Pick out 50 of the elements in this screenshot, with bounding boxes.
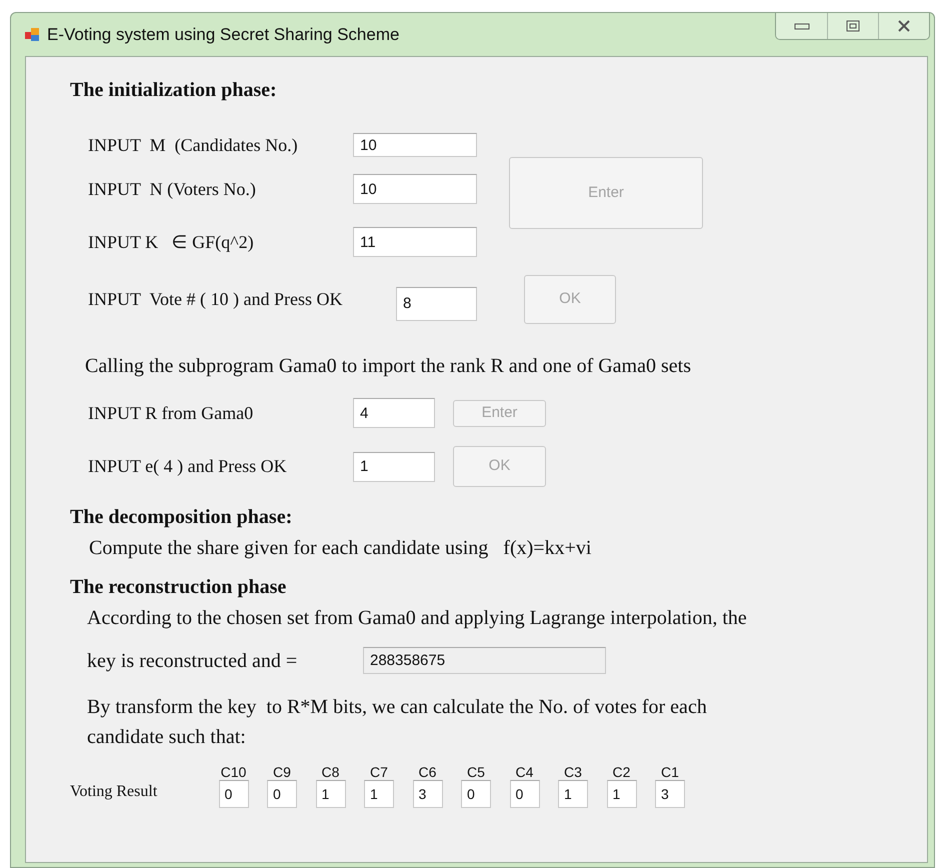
candidate-label: C3 <box>564 764 582 780</box>
text-field[interactable]: 0 <box>267 780 297 808</box>
description-text: According to the chosen set from Gama0 and applying Lagrange interpolation, the <box>87 607 748 629</box>
field-label: INPUT K ∈ GF(q^2) <box>88 230 255 254</box>
text-field[interactable]: 3 <box>412 780 442 808</box>
candidate-label: C10 <box>220 764 246 780</box>
instruction-text: Calling the subprogram Gama0 to import the rank R and one of Gama0 sets <box>85 355 692 377</box>
section-heading: The decomposition phase: <box>70 506 294 528</box>
text-field[interactable]: 10 <box>353 174 477 204</box>
candidate-label: C7 <box>370 764 388 780</box>
candidate-label: C8 <box>322 764 340 780</box>
close-button[interactable] <box>878 13 929 39</box>
text-field[interactable]: 8 <box>396 286 477 320</box>
text-field[interactable]: 0 <box>218 780 248 808</box>
candidate-label: C5 <box>467 764 485 780</box>
field-label: INPUT R from Gama0 <box>88 402 254 424</box>
field-label: INPUT N (Voters No.) <box>88 178 257 201</box>
section-heading: The reconstruction phase <box>70 576 288 598</box>
text-field[interactable]: 1 <box>558 780 588 808</box>
window-title: E-Voting system using Secret Sharing Scheme <box>47 24 400 46</box>
description-text: Compute the share given for each candidate using f(x)=kx+vi <box>89 537 592 559</box>
text-field[interactable]: 0 <box>510 780 540 808</box>
text-field[interactable]: 4 <box>353 398 435 428</box>
text-field[interactable]: 3 <box>655 780 685 808</box>
candidate-label: C2 <box>612 764 630 780</box>
candidate-label: C4 <box>516 764 534 780</box>
section-heading: The initialization phase: <box>70 79 278 101</box>
text-field[interactable]: 1 <box>353 452 435 482</box>
text-field[interactable]: 10 <box>353 133 477 157</box>
text-field[interactable]: 0 <box>461 780 491 808</box>
minimize-icon <box>794 21 810 31</box>
field-label: key is reconstructed and = <box>87 650 298 672</box>
description-text: By transform the key to R*M bits, we can calculate the No. of votes for each candidate such that: <box>87 695 708 750</box>
text-field[interactable]: 288358675 <box>363 647 606 674</box>
candidate-label: C9 <box>273 764 291 780</box>
field-label: INPUT e( 4 ) and Press OK <box>88 455 288 478</box>
candidate-label: C1 <box>661 764 679 780</box>
candidate-label: C6 <box>418 764 436 780</box>
result-label: Voting Result <box>70 782 158 802</box>
field-label: INPUT Vote # ( 10 ) and Press OK <box>88 288 344 311</box>
app-icon <box>25 28 39 41</box>
close-icon <box>897 20 911 32</box>
maximize-button[interactable] <box>827 13 878 39</box>
text-field[interactable]: 1 <box>316 780 346 808</box>
field-label: INPUT M (Candidates No.) <box>88 134 299 157</box>
text-field[interactable]: 11 <box>353 227 477 257</box>
minimize-button[interactable] <box>776 13 827 39</box>
maximize-icon <box>846 20 860 32</box>
text-field[interactable]: 1 <box>606 780 636 808</box>
text-field[interactable]: 1 <box>364 780 394 808</box>
